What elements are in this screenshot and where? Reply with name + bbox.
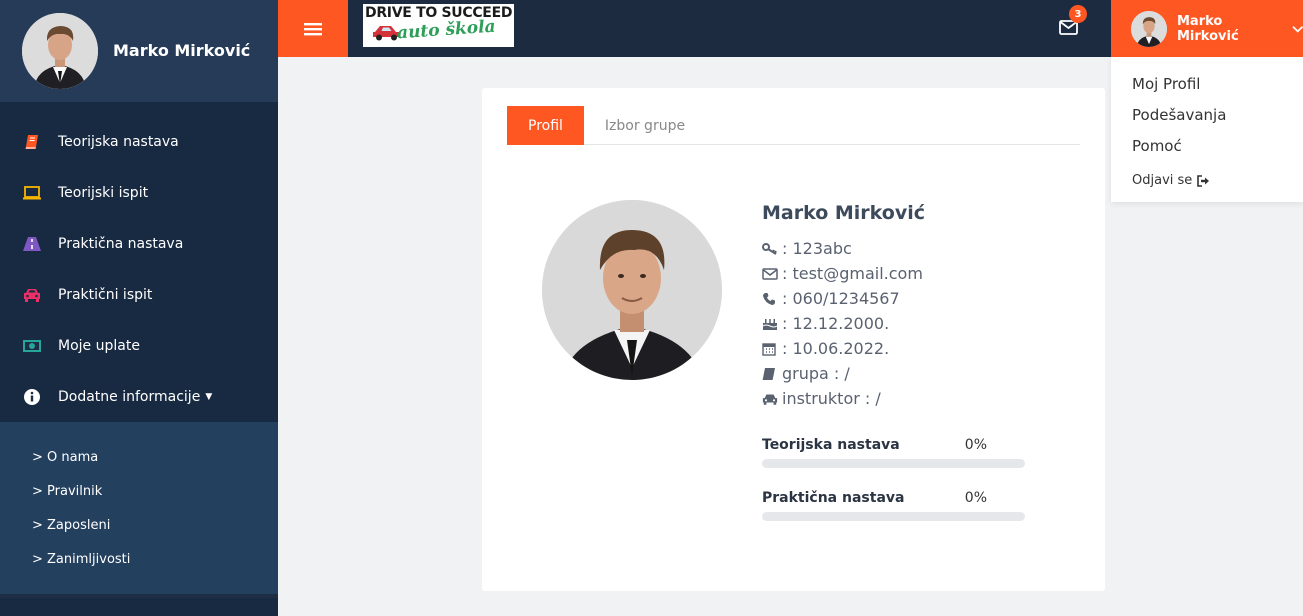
menu-toggle-button[interactable] bbox=[278, 0, 348, 57]
progress-prakticna-nastava: Praktična nastava 0% bbox=[762, 490, 1025, 521]
field-value: : 123abc bbox=[782, 239, 852, 258]
notification-badge: 3 bbox=[1069, 5, 1087, 23]
profile-tabs: Profil Izbor grupe bbox=[507, 106, 1080, 145]
field-password: : 123abc bbox=[762, 236, 1062, 261]
submenu-item-pravilnik[interactable]: > Pravilnik bbox=[32, 480, 278, 514]
field-value: instruktor : / bbox=[782, 389, 881, 408]
user-menu-name: Marko Mirković bbox=[1177, 13, 1239, 44]
field-value: : test@gmail.com bbox=[782, 264, 923, 283]
sidebar-menu: Teorijska nastava Teorijski ispit Prakti… bbox=[0, 102, 278, 422]
sidebar-item-prakticni-ispit[interactable]: Praktični ispit bbox=[0, 269, 278, 320]
sidebar-item-label: Dodatne informacije bbox=[58, 388, 201, 405]
sidebar-user-name: Marko Mirković bbox=[113, 40, 251, 60]
logo[interactable]: DRIVE TO SUCCEED auto škola bbox=[363, 4, 514, 47]
progress-percent: 0% bbox=[964, 437, 987, 453]
book-icon bbox=[762, 367, 778, 381]
logout-link[interactable]: Odjavi se bbox=[1132, 165, 1303, 196]
tab-izbor-grupe[interactable]: Izbor grupe bbox=[584, 106, 706, 145]
field-value: : 10.06.2022. bbox=[782, 339, 890, 358]
caret-down-icon: ▼ bbox=[205, 391, 213, 402]
sidebar-item-teorijska-nastava[interactable]: Teorijska nastava bbox=[0, 116, 278, 167]
field-phone: : 060/1234567 bbox=[762, 286, 1062, 311]
progress-teorijska-nastava: Teorijska nastava 0% bbox=[762, 437, 1025, 468]
sidebar-item-moje-uplate[interactable]: Moje uplate bbox=[0, 320, 278, 371]
sidebar-item-dodatne-informacije[interactable]: Dodatne informacije ▼ bbox=[0, 371, 278, 422]
road-icon bbox=[22, 236, 42, 252]
avatar[interactable] bbox=[22, 13, 98, 89]
sidebar-item-label: Praktična nastava bbox=[58, 235, 184, 252]
sidebar-footer bbox=[0, 598, 278, 616]
field-instructor: instruktor : / bbox=[762, 386, 1062, 411]
menu-item-pomoc[interactable]: Pomoć bbox=[1132, 134, 1303, 165]
topbar: DRIVE TO SUCCEED auto škola 3 Marko Mirk… bbox=[278, 0, 1303, 57]
envelope-icon bbox=[762, 267, 778, 281]
sidebar-item-label: Moje uplate bbox=[58, 337, 140, 354]
sidebar-submenu: > O nama > Pravilnik > Zaposleni > Zanim… bbox=[0, 422, 278, 594]
field-email: : test@gmail.com bbox=[762, 261, 1062, 286]
progress-bar bbox=[762, 512, 1025, 521]
submenu-item-o-nama[interactable]: > O nama bbox=[32, 446, 278, 480]
profile-info: Marko Mirković : 123abc : test@gmail.com… bbox=[762, 202, 1062, 411]
menu-item-moj-profil[interactable]: Moj Profil bbox=[1132, 72, 1303, 103]
laptop-icon bbox=[22, 185, 42, 201]
key-icon bbox=[762, 242, 778, 256]
money-icon bbox=[22, 338, 42, 354]
sidebar-item-prakticna-nastava[interactable]: Praktična nastava bbox=[0, 218, 278, 269]
progress-label: Praktična nastava bbox=[762, 490, 905, 506]
profile-name: Marko Mirković bbox=[762, 202, 926, 224]
field-registration-date: : 10.06.2022. bbox=[762, 336, 1062, 361]
field-birthday: : 12.12.2000. bbox=[762, 311, 1062, 336]
tab-profil[interactable]: Profil bbox=[507, 106, 584, 145]
sidebar-item-label: Teorijska nastava bbox=[58, 133, 179, 150]
profile-photo bbox=[542, 200, 722, 380]
phone-icon bbox=[762, 292, 778, 306]
sidebar-item-label: Praktični ispit bbox=[58, 286, 153, 303]
field-value: : 12.12.2000. bbox=[782, 314, 890, 333]
avatar bbox=[1131, 10, 1167, 47]
progress-bar bbox=[762, 459, 1025, 468]
menu-item-podesavanja[interactable]: Podešavanja bbox=[1132, 103, 1303, 134]
sign-out-icon bbox=[1197, 174, 1210, 187]
sidebar-item-teorijski-ispit[interactable]: Teorijski ispit bbox=[0, 167, 278, 218]
sidebar-item-label: Teorijski ispit bbox=[58, 184, 149, 201]
logout-label: Odjavi se bbox=[1132, 172, 1193, 188]
calendar-icon bbox=[762, 342, 778, 356]
sidebar-profile: Marko Mirković bbox=[0, 0, 278, 102]
car-icon bbox=[22, 287, 42, 303]
birthday-cake-icon bbox=[762, 317, 778, 331]
submenu-item-zaposleni[interactable]: > Zaposleni bbox=[32, 514, 278, 548]
user-dropdown-menu: Moj Profil Podešavanja Pomoć Odjavi se bbox=[1111, 57, 1303, 202]
field-value: : 060/1234567 bbox=[782, 289, 900, 308]
progress-label: Teorijska nastava bbox=[762, 437, 900, 453]
user-menu-button[interactable]: Marko Mirković bbox=[1111, 0, 1303, 57]
field-group: grupa : / bbox=[762, 361, 1062, 386]
hamburger-icon bbox=[304, 22, 322, 35]
car-icon bbox=[762, 392, 778, 406]
progress-percent: 0% bbox=[964, 490, 987, 506]
field-value: grupa : / bbox=[782, 364, 850, 383]
info-icon bbox=[22, 388, 42, 405]
sidebar: Marko Mirković Teorijska nastava Teorijs… bbox=[0, 0, 278, 616]
chevron-down-icon bbox=[1291, 25, 1303, 33]
book-icon bbox=[22, 134, 42, 150]
submenu-item-zanimljivosti[interactable]: > Zanimljivosti bbox=[32, 548, 278, 582]
profile-card: Profil Izbor grupe Marko Mirković : 123a… bbox=[482, 88, 1105, 591]
